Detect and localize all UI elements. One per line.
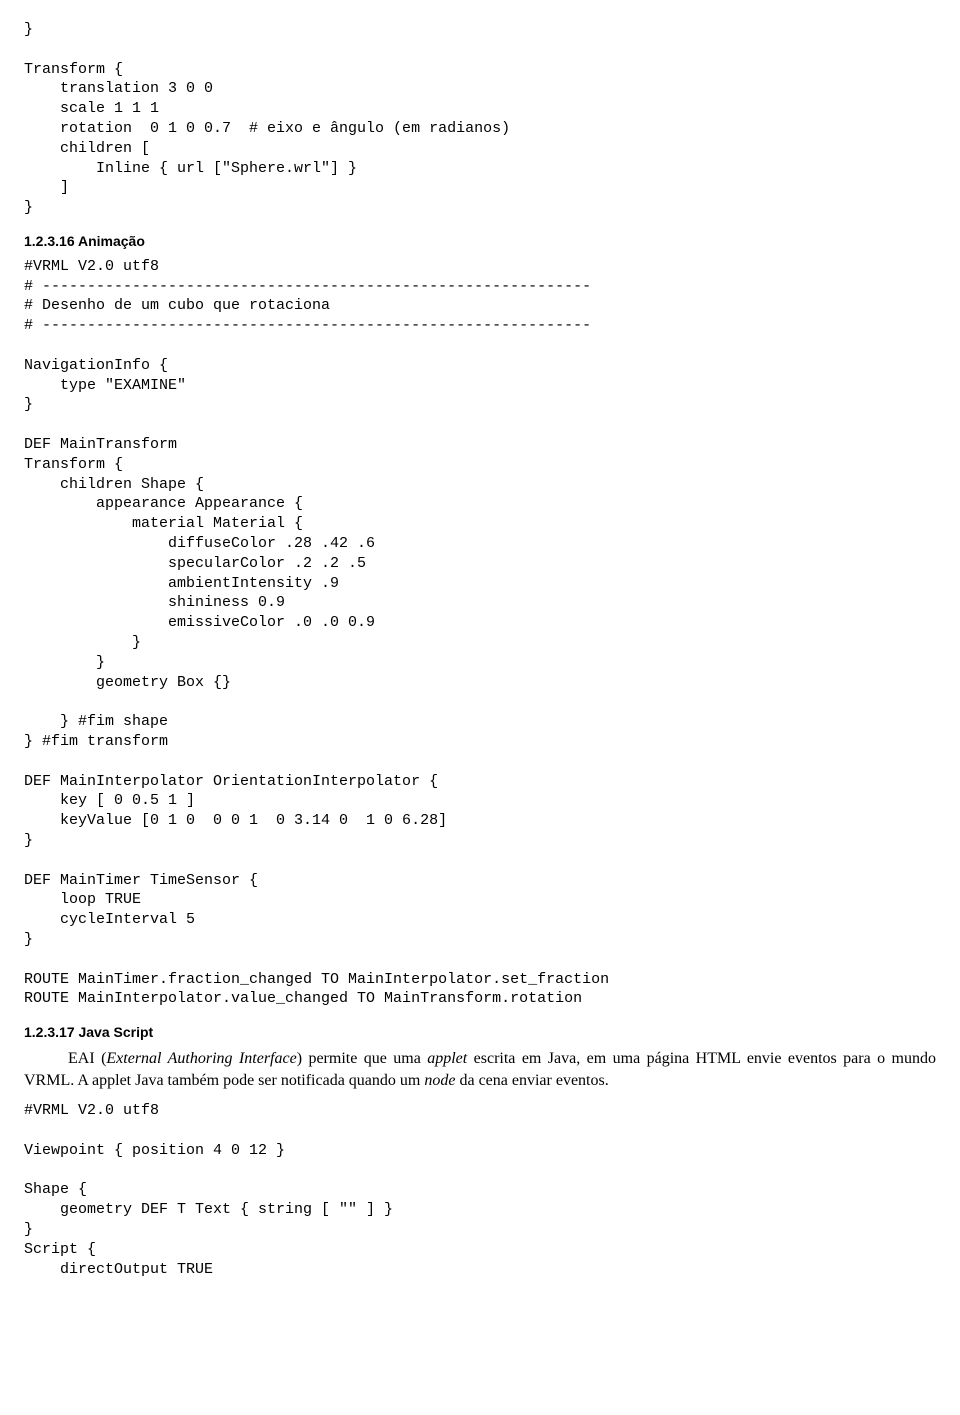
para-text-g: da cena enviar eventos. [455,1072,608,1089]
vrml-code-block-animacao: #VRML V2.0 utf8 # ----------------------… [24,257,936,1009]
para-text-c: ) permite que uma [297,1050,428,1067]
vrml-code-block-transform: } Transform { translation 3 0 0 scale 1 … [24,20,936,218]
para-text-b-italic: External Authoring Interface [106,1050,296,1067]
para-text-a: EAI ( [68,1050,106,1067]
paragraph-eai: EAI (External Authoring Interface) permi… [24,1048,936,1091]
section-heading-animacao: 1.2.3.16 Animação [24,232,936,251]
para-text-f-italic: node [424,1072,455,1089]
vrml-code-block-script: #VRML V2.0 utf8 Viewpoint { position 4 0… [24,1101,936,1279]
para-text-d-italic: applet [427,1050,467,1067]
section-heading-javascript: 1.2.3.17 Java Script [24,1023,936,1042]
